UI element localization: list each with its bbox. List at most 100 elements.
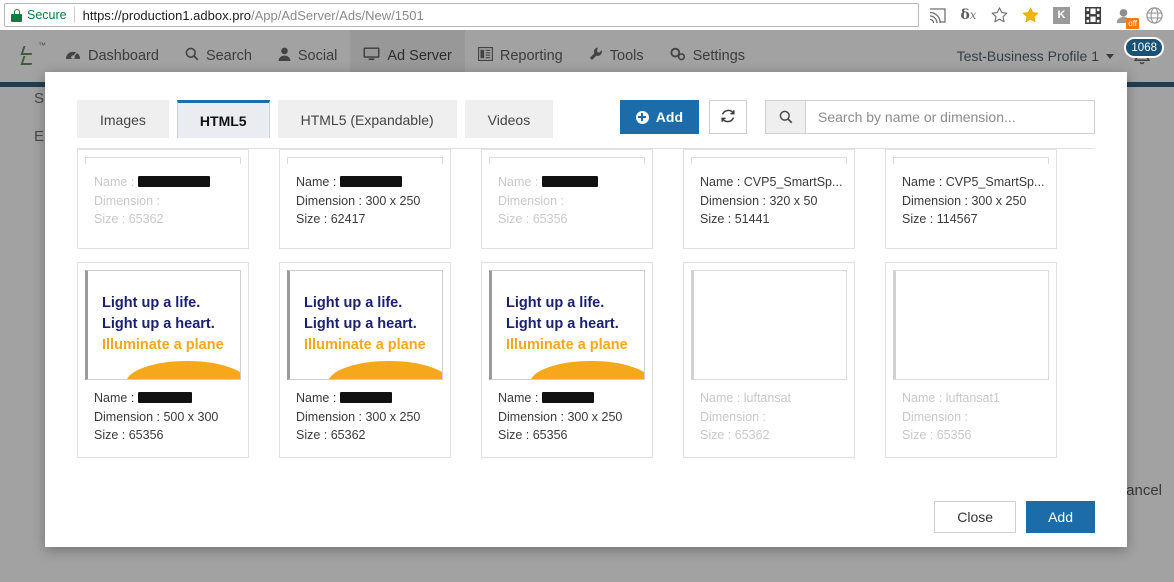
bookmark-star-outline-icon[interactable] <box>984 0 1015 30</box>
extension-tray: δx K off <box>922 0 1170 30</box>
ad-headline-3: Illuminate a plane <box>304 337 426 353</box>
creative-size: Size : 65356 <box>94 428 164 442</box>
search-icon <box>765 100 805 134</box>
ad-headline-1: Light up a life. <box>506 295 605 311</box>
creative-name: Name : CVP5_SmartSp... <box>700 175 843 189</box>
notification-badge: 1068 <box>1124 37 1164 58</box>
extension-off-badge: off <box>1126 18 1139 29</box>
creative-meta: Name : Dimension : Size : 65356 <box>482 164 652 229</box>
url-text: https://production1.adbox.pro/App/AdServ… <box>83 8 424 23</box>
tab-videos[interactable]: Videos <box>464 100 554 138</box>
tab-html5[interactable]: HTML5 <box>176 100 270 138</box>
globe-icon[interactable] <box>1139 0 1170 30</box>
creative-meta: Name : Dimension : 300 x 250 Size : 65356 <box>482 380 652 445</box>
creative-card[interactable]: Name : Dimension : Size : 65362 <box>77 149 249 249</box>
creative-thumbnail-clipped <box>489 157 645 164</box>
omnibox-divider <box>73 7 75 23</box>
creative-size: Size : 65362 <box>94 212 164 226</box>
creative-dimension: Dimension : <box>700 409 766 424</box>
modal-toolbar: Images HTML5 HTML5 (Expandable) Videos A… <box>77 100 1095 138</box>
creative-size: Size : 114567 <box>902 212 978 226</box>
creative-card[interactable]: Name : Dimension : 300 x 250 Size : 62417 <box>279 149 451 249</box>
creative-meta: Name : luftansat Dimension : Size : 65362 <box>684 380 854 445</box>
creative-name: Name : <box>94 173 248 192</box>
creative-meta: Name : CVP5_SmartSp... Dimension : 300 x … <box>886 164 1056 229</box>
creative-size: Size : 65362 <box>700 428 770 442</box>
kaspersky-k-icon[interactable]: K <box>1046 0 1077 30</box>
creative-meta: Name : Dimension : 500 x 300 Size : 65356 <box>78 380 248 445</box>
creative-card[interactable]: Light up a life. Light up a heart. Illumin… <box>77 262 249 458</box>
ad-arc-shape <box>328 361 442 379</box>
tab-html5-expandable[interactable]: HTML5 (Expandable) <box>277 100 457 138</box>
refresh-button[interactable] <box>709 100 747 134</box>
creative-dimension: Dimension : 500 x 300 <box>94 409 219 424</box>
creative-dimension: Dimension : 300 x 250 <box>498 409 623 424</box>
avatar-extension-icon[interactable]: off <box>1108 0 1139 30</box>
toolbar-actions: Add <box>619 100 1095 134</box>
creative-card[interactable]: Light up a life. Light up a heart. Illumin… <box>279 262 451 458</box>
creative-grid-scroll[interactable]: Name : Dimension : Size : 65362 Name : Dim… <box>77 149 1095 469</box>
delta-x-icon[interactable]: δx <box>953 0 984 30</box>
tab-images[interactable]: Images <box>77 100 169 138</box>
redacted-name <box>137 176 210 187</box>
creative-card[interactable]: Name : CVP5_SmartSp... Dimension : 300 x … <box>885 149 1057 249</box>
creative-size: Size : 65356 <box>498 428 568 442</box>
add-creative-label: Add <box>655 109 683 125</box>
creative-dimension: Dimension : 300 x 250 <box>296 193 421 208</box>
browser-toolbar: Secure https://production1.adbox.pro/App… <box>0 0 1174 30</box>
creative-card[interactable]: Name : luftansat Dimension : Size : 65362 <box>683 262 855 458</box>
creative-card[interactable]: Name : luftansat1 Dimension : Size : 65356 <box>885 262 1057 458</box>
ad-headline-2: Light up a heart. <box>102 316 215 332</box>
lock-icon <box>11 8 22 22</box>
refresh-icon <box>720 108 736 127</box>
add-button[interactable]: Add <box>1026 501 1095 533</box>
creative-thumbnail-clipped <box>287 157 443 164</box>
creative-size: Size : 51441 <box>700 212 770 226</box>
creative-name: Name : <box>94 389 248 408</box>
creative-thumbnail-clipped <box>893 157 1049 164</box>
ad-arc-shape <box>126 361 240 379</box>
filmstrip-icon[interactable] <box>1077 0 1108 30</box>
creative-thumbnail-empty <box>893 270 1049 380</box>
creative-meta: Name : CVP5_SmartSp... Dimension : 320 x … <box>684 164 854 229</box>
creative-size: Size : 65362 <box>296 428 366 442</box>
creative-dimension: Dimension : <box>498 193 564 208</box>
creative-card[interactable]: Light up a life. Light up a heart. Illumin… <box>481 262 653 458</box>
redacted-name <box>137 392 192 403</box>
creative-name: Name : <box>498 173 652 192</box>
address-bar[interactable]: Secure https://production1.adbox.pro/App… <box>4 3 919 27</box>
creative-meta: Name : Dimension : Size : 65362 <box>78 164 248 229</box>
redacted-name <box>541 176 598 187</box>
search-group <box>765 100 1095 134</box>
cast-icon[interactable] <box>922 0 953 30</box>
add-creative-button[interactable]: Add <box>619 100 699 134</box>
creative-meta: Name : Dimension : 300 x 250 Size : 62417 <box>280 164 450 229</box>
creative-name: Name : <box>296 389 450 408</box>
redacted-name <box>339 176 402 187</box>
creative-thumbnail-clipped <box>691 157 847 164</box>
ad-headline-3: Illuminate a plane <box>102 337 224 353</box>
creative-size: Size : 65356 <box>498 212 568 226</box>
redacted-name <box>339 392 392 403</box>
creative-card[interactable]: Name : Dimension : Size : 65356 <box>481 149 653 249</box>
bookmark-star-filled-icon[interactable] <box>1015 0 1046 30</box>
creative-picker-modal: Images HTML5 HTML5 (Expandable) Videos A… <box>45 72 1127 547</box>
creative-card[interactable]: Name : CVP5_SmartSp... Dimension : 320 x … <box>683 149 855 249</box>
creative-thumbnail: Light up a life. Light up a heart. Illumin… <box>85 270 241 380</box>
creative-thumbnail-clipped <box>85 157 241 164</box>
creative-grid: Name : Dimension : Size : 65362 Name : Dim… <box>77 149 1095 469</box>
creative-meta: Name : luftansat1 Dimension : Size : 65356 <box>886 380 1056 445</box>
creative-size: Size : 62417 <box>296 212 366 226</box>
redacted-name <box>541 392 594 403</box>
creative-dimension: Dimension : 300 x 250 <box>902 193 1027 208</box>
search-input[interactable] <box>805 100 1095 134</box>
creative-dimension: Dimension : 300 x 250 <box>296 409 421 424</box>
plus-circle-icon <box>635 110 649 124</box>
creative-meta: Name : Dimension : 300 x 250 Size : 65362 <box>280 380 450 445</box>
creative-thumbnail-empty <box>691 270 847 380</box>
close-button[interactable]: Close <box>934 501 1017 533</box>
creative-size: Size : 65356 <box>902 428 972 442</box>
ad-arc-shape <box>530 361 644 379</box>
creative-thumbnail: Light up a life. Light up a heart. Illumin… <box>287 270 443 380</box>
creative-name: Name : luftansat <box>700 391 792 405</box>
